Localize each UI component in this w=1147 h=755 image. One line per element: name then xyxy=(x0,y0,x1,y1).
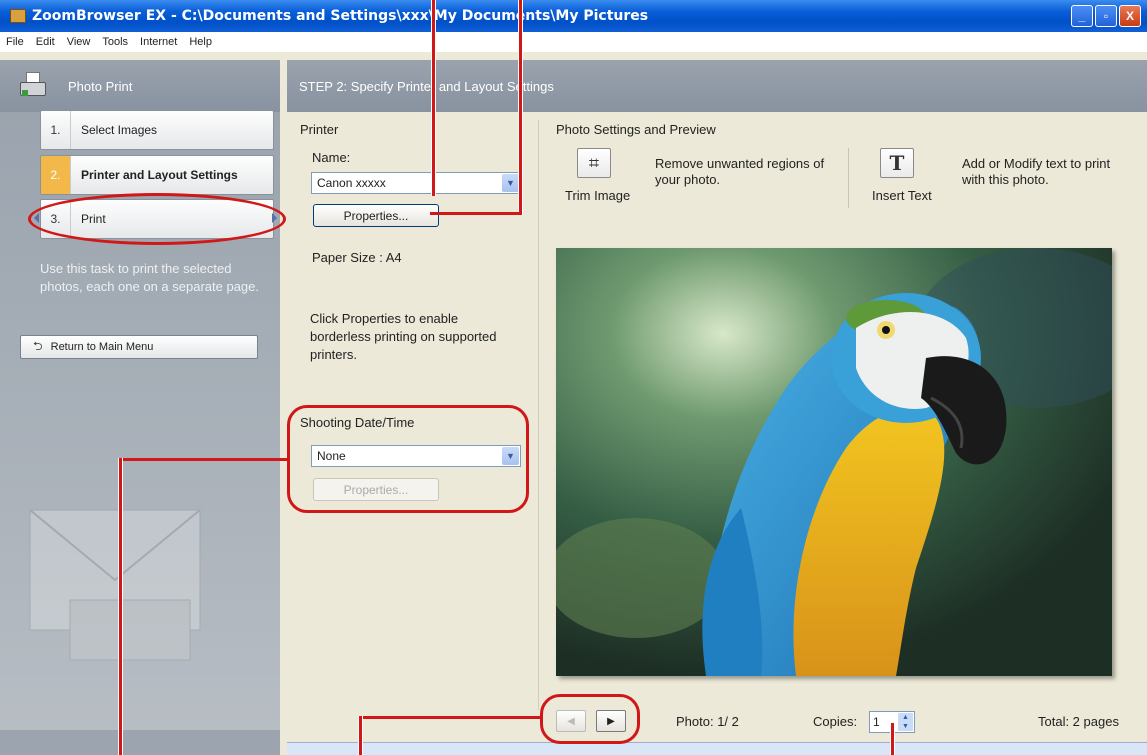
copies-value: 1 xyxy=(873,715,880,729)
return-label: Return to Main Menu xyxy=(50,341,154,353)
borderless-note: Click Properties to enable borderless pr… xyxy=(310,311,497,362)
printer-name-label: Name: xyxy=(312,150,351,165)
arrow-left-icon xyxy=(34,213,39,223)
printer-name-select[interactable]: Canon xxxxx ▼ xyxy=(311,172,521,194)
step-label: Select Images xyxy=(81,123,158,137)
photo-counter: Photo: 1/ 2 xyxy=(676,714,739,729)
insert-text-description: Add or Modify text to print with this ph… xyxy=(962,156,1111,187)
copies-label: Copies: xyxy=(813,714,858,729)
printer-name-value: Canon xxxxx xyxy=(317,176,386,190)
insert-text-icon[interactable]: T xyxy=(880,148,914,178)
previous-photo-button[interactable]: ◀ xyxy=(556,710,586,732)
menu-view[interactable]: View xyxy=(65,36,93,48)
menu-internet[interactable]: Internet xyxy=(138,36,179,48)
sidebar-title: Photo Print xyxy=(68,78,133,94)
step-printer-layout[interactable]: 2. Printer and Layout Settings xyxy=(40,155,274,195)
menu-help[interactable]: Help xyxy=(187,36,214,48)
photo-preview[interactable] xyxy=(556,248,1112,676)
copies-stepper[interactable]: 1 ▲ ▼ xyxy=(869,711,915,733)
total-pages: Total: 2 pages xyxy=(1038,714,1119,729)
photo-settings-label: Photo Settings and Preview xyxy=(556,122,716,137)
step-number: 1. xyxy=(41,111,71,149)
arrow-right-icon xyxy=(272,213,277,223)
return-arrow-icon: ⮌ xyxy=(33,338,43,353)
printer-properties-button[interactable]: Properties... xyxy=(313,204,439,227)
menu-tools[interactable]: Tools xyxy=(100,36,130,48)
restore-button[interactable]: ▫ xyxy=(1095,5,1117,27)
shooting-date-label: Shooting Date/Time xyxy=(300,415,415,430)
return-to-main-menu-button[interactable]: ⮌ Return to Main Menu xyxy=(20,335,258,359)
paper-size: Paper Size : A4 xyxy=(312,250,402,265)
menu-file[interactable]: File xyxy=(4,36,26,48)
trim-icon[interactable]: ⌗ xyxy=(577,148,611,178)
step-label: Print xyxy=(81,212,106,226)
step-number: 2. xyxy=(41,156,71,194)
sidebar-footer xyxy=(0,730,280,755)
title-bar[interactable]: ZoomBrowser EX - C:\Documents and Settin… xyxy=(0,0,1147,32)
horizontal-scrollbar[interactable] xyxy=(287,742,1147,755)
trim-image-label[interactable]: Trim Image xyxy=(565,188,630,203)
window-controls: _ ▫ X xyxy=(1071,5,1141,27)
tool-divider xyxy=(848,148,849,208)
task-description: Use this task to print the selected phot… xyxy=(40,261,260,294)
step-label: Printer and Layout Settings xyxy=(81,168,238,182)
step-header: STEP 2: Specify Printer and Layout Setti… xyxy=(287,60,1147,112)
printer-icon xyxy=(18,72,48,100)
minimize-button[interactable]: _ xyxy=(1071,5,1093,27)
trim-description: Remove unwanted regions of your photo. xyxy=(655,156,825,187)
shooting-date-select[interactable]: None ▼ xyxy=(311,445,521,467)
printer-section-label: Printer xyxy=(300,122,339,137)
stepper-down-icon[interactable]: ▼ xyxy=(898,722,913,731)
menu-bar: File Edit View Tools Internet Help xyxy=(0,32,1147,52)
step-print[interactable]: 3. Print xyxy=(40,199,274,239)
shooting-date-value: None xyxy=(317,449,346,463)
chevron-down-icon[interactable]: ▼ xyxy=(502,447,519,465)
close-button[interactable]: X xyxy=(1119,5,1141,27)
parrot-photo xyxy=(556,248,1112,676)
window-title: ZoomBrowser EX - C:\Documents and Settin… xyxy=(32,8,649,24)
chevron-down-icon[interactable]: ▼ xyxy=(502,174,519,192)
envelope-watermark-icon xyxy=(29,509,201,661)
next-photo-button[interactable]: ▶ xyxy=(596,710,626,732)
column-divider xyxy=(538,120,539,710)
menu-edit[interactable]: Edit xyxy=(34,36,57,48)
sidebar-header: Photo Print xyxy=(0,60,280,112)
shooting-properties-button[interactable]: Properties... xyxy=(313,478,439,501)
step-number: 3. xyxy=(41,200,71,238)
stepper-up-icon[interactable]: ▲ xyxy=(898,713,913,722)
app-icon xyxy=(10,9,26,23)
insert-text-label[interactable]: Insert Text xyxy=(872,188,932,203)
step-select-images[interactable]: 1. Select Images xyxy=(40,110,274,150)
